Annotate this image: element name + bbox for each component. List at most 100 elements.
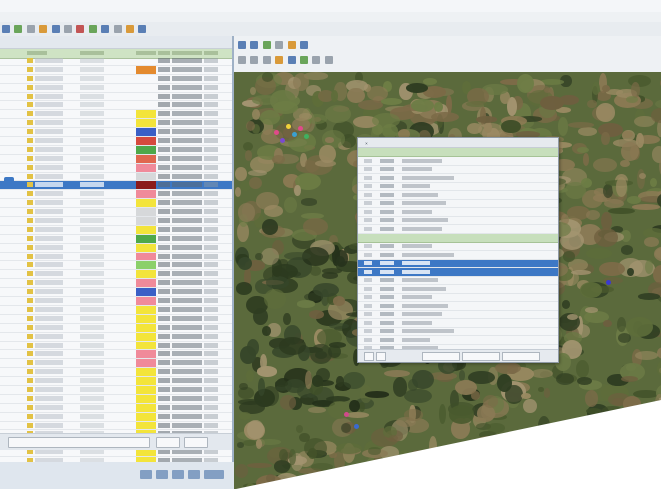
table-row[interactable] [0, 403, 232, 413]
dialog-row[interactable] [358, 259, 558, 268]
table-filter-input[interactable] [8, 437, 150, 448]
table-row[interactable] [0, 412, 232, 422]
column-header[interactable] [136, 51, 156, 55]
dialog-action-button[interactable] [502, 352, 540, 361]
column-header[interactable] [80, 51, 104, 55]
map-layer-icon[interactable] [262, 41, 271, 49]
filter-icon[interactable] [113, 25, 122, 33]
table-row[interactable] [0, 57, 232, 66]
table-row[interactable] [0, 243, 232, 253]
table-row[interactable] [0, 137, 232, 146]
table-row[interactable] [0, 377, 232, 386]
map-identify-icon[interactable] [287, 41, 296, 49]
dialog-row[interactable] [358, 183, 558, 191]
table-row[interactable] [0, 332, 232, 342]
print-icon[interactable] [138, 25, 147, 33]
marker-icon[interactable] [344, 412, 349, 417]
dialog-row[interactable] [358, 157, 558, 166]
dialog-row[interactable] [358, 166, 558, 174]
table-row[interactable] [0, 190, 232, 200]
table-row[interactable] [0, 65, 232, 75]
dialog-row[interactable] [358, 311, 558, 319]
undo-icon[interactable] [26, 25, 35, 33]
column-header[interactable] [204, 51, 218, 55]
table-row[interactable] [0, 350, 232, 360]
dialog-row[interactable] [358, 200, 558, 208]
measure-icon[interactable] [125, 25, 134, 33]
layers-icon[interactable] [88, 25, 97, 33]
table-row[interactable] [0, 110, 232, 120]
table-row[interactable] [0, 101, 232, 111]
table-row[interactable] [0, 385, 232, 395]
taskbar-item[interactable] [156, 470, 168, 479]
attribute-icon[interactable] [299, 56, 308, 64]
taskbar-item[interactable] [204, 470, 224, 479]
column-header[interactable] [27, 51, 47, 55]
map-select-icon[interactable] [299, 41, 308, 49]
dialog-action-button[interactable] [462, 352, 500, 361]
dialog-row[interactable] [358, 328, 558, 336]
table-row[interactable] [0, 75, 232, 84]
dialog-row[interactable] [358, 208, 558, 217]
table-row[interactable] [0, 323, 232, 333]
dialog-row[interactable] [358, 285, 558, 294]
dialog-row[interactable] [358, 268, 558, 277]
table-row[interactable] [0, 119, 232, 129]
marker-icon[interactable] [280, 138, 285, 143]
table-row[interactable] [0, 288, 232, 298]
marker-icon[interactable] [298, 126, 303, 131]
table-row[interactable] [0, 93, 232, 102]
map-zoom-in-icon[interactable] [238, 41, 246, 49]
select-icon[interactable] [63, 25, 72, 33]
table-row[interactable] [0, 305, 232, 315]
table-row[interactable] [0, 279, 232, 289]
map-zoom-out-icon[interactable] [250, 41, 259, 49]
marker-icon[interactable] [292, 132, 297, 137]
column-header[interactable] [172, 51, 202, 55]
marker-icon[interactable] [304, 134, 309, 139]
snap-icon[interactable] [287, 56, 296, 64]
table-row[interactable] [0, 297, 232, 306]
table-row[interactable] [0, 368, 232, 378]
dialog-row[interactable] [358, 243, 558, 251]
dialog-row[interactable] [358, 225, 558, 234]
taskbar-item[interactable] [188, 470, 200, 479]
table-row[interactable] [0, 145, 232, 155]
taskbar-item[interactable] [140, 470, 152, 479]
draw-line-icon[interactable] [250, 56, 259, 64]
marker-icon[interactable] [354, 424, 359, 429]
draw-point-icon[interactable] [238, 56, 246, 64]
table-row[interactable] [0, 234, 232, 244]
settings-icon[interactable] [101, 25, 110, 33]
dialog-row[interactable] [358, 302, 558, 311]
dialog-row[interactable] [358, 294, 558, 302]
table-row[interactable] [0, 252, 232, 262]
table-row[interactable] [0, 394, 232, 404]
dialog-row[interactable] [358, 191, 558, 200]
edit-icon[interactable] [275, 56, 284, 64]
table-row[interactable] [0, 314, 232, 324]
table-row[interactable] [0, 270, 232, 280]
open-icon[interactable] [2, 25, 10, 33]
close-icon[interactable]: × [363, 140, 370, 147]
dialog-action-button[interactable] [422, 352, 460, 361]
dialog-row[interactable] [358, 217, 558, 225]
table-row[interactable] [0, 208, 232, 218]
table-close-button[interactable] [184, 437, 208, 448]
table-row[interactable] [0, 154, 232, 164]
marker-icon[interactable] [606, 280, 611, 285]
dialog-row[interactable] [358, 174, 558, 183]
save-icon[interactable] [14, 25, 23, 33]
table-row[interactable] [0, 217, 232, 226]
table-row[interactable] [0, 199, 232, 209]
table-row[interactable] [0, 181, 232, 191]
table-row[interactable] [0, 421, 232, 431]
marker-icon[interactable] [274, 130, 279, 135]
pan-icon[interactable] [51, 25, 60, 33]
table-row[interactable] [0, 359, 232, 369]
table-row[interactable] [0, 128, 232, 138]
dialog-row[interactable] [358, 319, 558, 328]
column-header[interactable] [158, 51, 170, 55]
map-extent-icon[interactable] [275, 41, 284, 49]
measure-distance-icon[interactable] [312, 56, 321, 64]
